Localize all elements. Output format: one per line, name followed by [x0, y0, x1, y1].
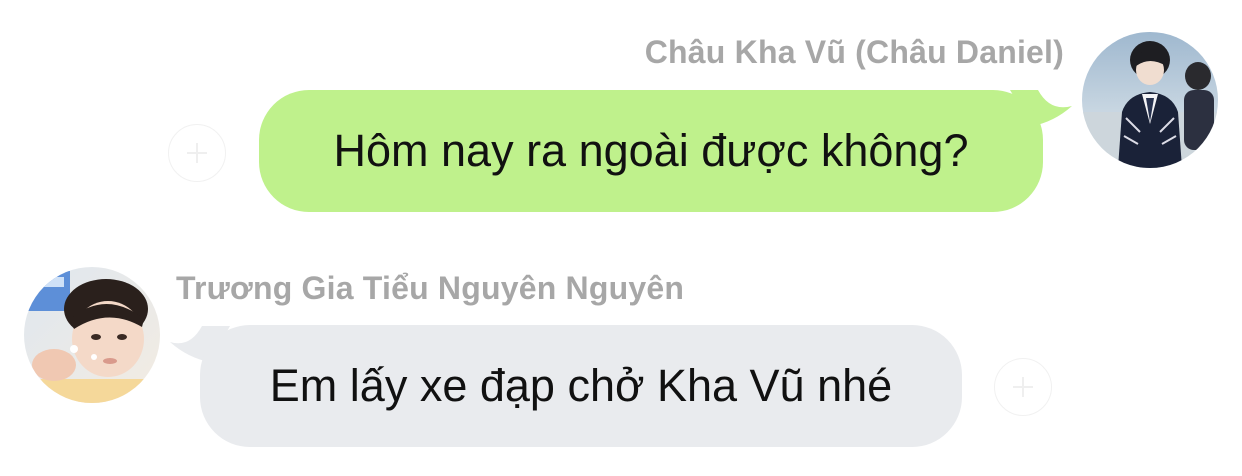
sender-name: Trương Gia Tiểu Nguyên Nguyên: [176, 270, 685, 306]
avatar-photo-icon: [1082, 32, 1218, 168]
add-reaction-button[interactable]: [994, 358, 1052, 416]
message-bubble[interactable]: Hôm nay ra ngoài được không?: [259, 90, 1043, 212]
add-reaction-icon: [187, 143, 207, 163]
chat-view: Châu Kha Vũ (Châu Daniel) Hôm nay ra ngo…: [0, 0, 1242, 476]
message-bubble[interactable]: Em lấy xe đạp chở Kha Vũ nhé: [200, 325, 962, 447]
add-reaction-button[interactable]: [168, 124, 226, 182]
avatar[interactable]: [24, 267, 160, 403]
avatar[interactable]: [1082, 32, 1218, 168]
add-reaction-icon: [1013, 377, 1033, 397]
sender-name: Châu Kha Vũ (Châu Daniel): [644, 34, 1064, 70]
message-text: Em lấy xe đạp chở Kha Vũ nhé: [269, 360, 893, 411]
message-text: Hôm nay ra ngoài được không?: [333, 125, 969, 176]
avatar-photo-icon: [24, 267, 160, 403]
